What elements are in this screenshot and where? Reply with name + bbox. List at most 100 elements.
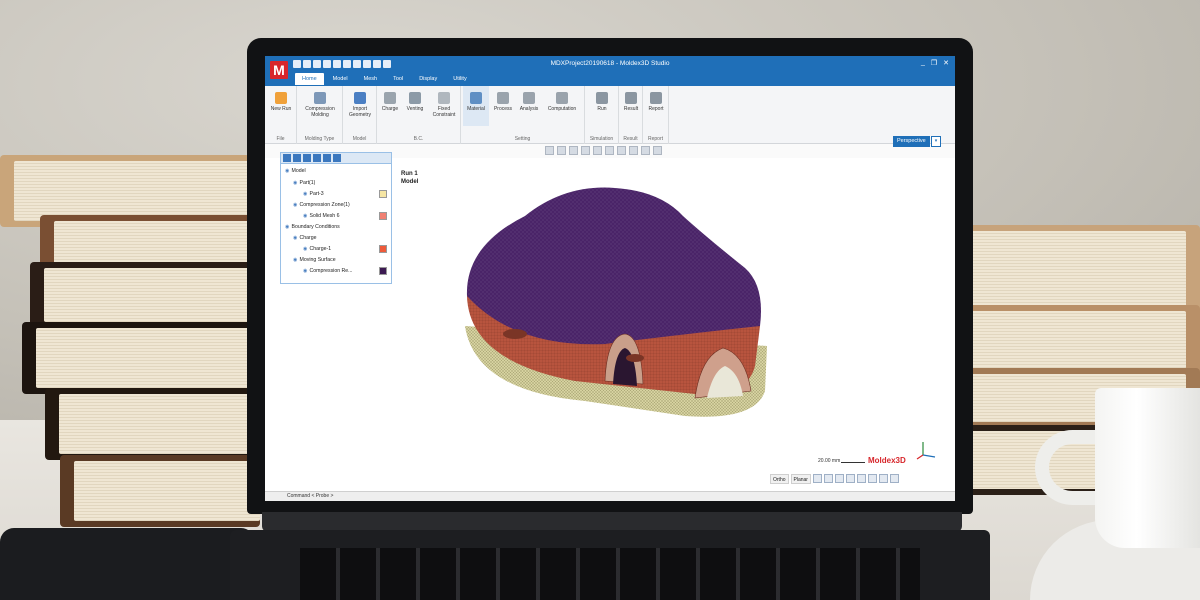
- axis-triad-icon: [916, 442, 936, 460]
- tree-item-charge[interactable]: ◉ Charge: [293, 233, 317, 243]
- tree-list-icon[interactable]: [293, 154, 301, 162]
- process-icon: [497, 92, 509, 104]
- tab-utility[interactable]: Utility: [446, 73, 473, 85]
- perspective-dropdown[interactable]: ▾: [931, 136, 941, 147]
- cube-view-icon[interactable]: [617, 146, 626, 155]
- target-icon[interactable]: [856, 474, 866, 483]
- perspective-button[interactable]: Perspective: [893, 136, 930, 147]
- line-icon[interactable]: [845, 474, 855, 483]
- tree-item-boundary-conditions[interactable]: ◉ Boundary Conditions: [285, 222, 340, 232]
- compression-molding-icon: [314, 92, 326, 104]
- edit-icon[interactable]: [867, 474, 877, 483]
- eye-icon[interactable]: ◉: [293, 180, 298, 186]
- snap-icon[interactable]: [812, 474, 822, 483]
- color-swatch[interactable]: [379, 212, 387, 220]
- window-controls: _ ❐ ✕: [921, 59, 949, 67]
- minimize-button[interactable]: _: [921, 59, 925, 67]
- tree-info-icon[interactable]: [313, 154, 321, 162]
- tree-attach-icon[interactable]: [323, 154, 331, 162]
- run-button[interactable]: Run: [589, 86, 615, 112]
- charge-button[interactable]: Charge: [379, 86, 401, 112]
- scale-bar: [841, 462, 865, 463]
- report-button[interactable]: Report: [643, 86, 669, 112]
- measure-icon[interactable]: [823, 474, 833, 483]
- result-icon: [625, 92, 637, 104]
- title-bar: M MDXProject20190618 - Moldex3D Studio _…: [265, 56, 955, 86]
- pick-icon[interactable]: [834, 474, 844, 483]
- analysis-button[interactable]: Analysis: [517, 86, 541, 112]
- eye-icon[interactable]: ◉: [303, 213, 308, 219]
- moldex3d-logo: Moldex3D: [868, 456, 906, 465]
- eye-icon[interactable]: ◉: [303, 246, 308, 252]
- tree-view-icon[interactable]: [283, 154, 291, 162]
- tab-mesh[interactable]: Mesh: [357, 73, 384, 85]
- point-icon[interactable]: [878, 474, 888, 483]
- tab-display[interactable]: Display: [412, 73, 444, 85]
- fixed-constraint-icon: [438, 92, 450, 104]
- tree-item-compression-region[interactable]: ◉ Compression Re...: [303, 266, 353, 276]
- window-title: MDXProject20190618 - Moldex3D Studio: [550, 60, 670, 67]
- ribbon: New Run File Compression Molding Molding…: [265, 86, 955, 144]
- charge-icon: [384, 92, 396, 104]
- fixed-constraint-button[interactable]: Fixed Constraint: [429, 86, 459, 118]
- tree-item-part-3[interactable]: ◉ Part-3: [303, 189, 324, 199]
- view-box-icon[interactable]: [593, 146, 602, 155]
- new-run-button[interactable]: New Run: [267, 86, 295, 112]
- eye-icon[interactable]: ◉: [303, 268, 308, 274]
- material-button[interactable]: Material: [463, 86, 489, 126]
- import-geometry-button[interactable]: Import Geometry: [345, 86, 375, 118]
- tab-home[interactable]: Home: [295, 73, 324, 85]
- tab-model[interactable]: Model: [326, 73, 355, 85]
- tab-tool[interactable]: Tool: [386, 73, 410, 85]
- new-run-icon: [275, 92, 287, 104]
- result-button[interactable]: Result: [619, 86, 643, 112]
- venting-button[interactable]: Venting: [403, 86, 427, 112]
- render-mode-icon[interactable]: [605, 146, 614, 155]
- section-icon[interactable]: [629, 146, 638, 155]
- eye-icon[interactable]: ◉: [293, 235, 298, 241]
- tree-item-compression-zone[interactable]: ◉ Compression Zone(1): [293, 200, 350, 210]
- visibility-icon[interactable]: [641, 146, 650, 155]
- ribbon-tabs: Home Model Mesh Tool Display Utility: [295, 73, 474, 85]
- result-group: Result Result: [619, 86, 643, 144]
- rotate-icon[interactable]: [569, 146, 578, 155]
- color-swatch[interactable]: [379, 245, 387, 253]
- tree-filter-icon[interactable]: [303, 154, 311, 162]
- tree-item-model[interactable]: ◉ Model: [285, 166, 306, 176]
- zoom-icon[interactable]: [581, 146, 590, 155]
- ortho-button[interactable]: Ortho: [770, 474, 789, 484]
- process-button[interactable]: Process: [491, 86, 515, 112]
- eye-icon[interactable]: ◉: [293, 202, 298, 208]
- pan-icon[interactable]: [557, 146, 566, 155]
- tree-toolbar: [281, 153, 391, 164]
- close-button[interactable]: ✕: [943, 59, 949, 67]
- laptop-hinge: [262, 512, 962, 532]
- computation-button[interactable]: Computation: [543, 86, 581, 112]
- compression-molding-button[interactable]: Compression Molding: [299, 86, 341, 118]
- analysis-icon: [523, 92, 535, 104]
- tree-item-part[interactable]: ◉ Part(1): [293, 178, 315, 188]
- eye-icon[interactable]: ◉: [303, 191, 308, 197]
- venting-icon: [409, 92, 421, 104]
- clear-icon[interactable]: [653, 146, 662, 155]
- tree-collapse-icon[interactable]: [333, 154, 341, 162]
- app-window: M MDXProject20190618 - Moldex3D Studio _…: [265, 56, 955, 501]
- coffee-mug: [1095, 388, 1200, 548]
- tree-item-charge-1[interactable]: ◉ Charge-1: [303, 244, 331, 254]
- eye-icon[interactable]: ◉: [285, 168, 290, 174]
- restore-button[interactable]: ❐: [931, 59, 937, 67]
- fit-view-icon[interactable]: [545, 146, 554, 155]
- grid-icon[interactable]: [889, 474, 899, 483]
- tree-item-moving-surface[interactable]: ◉ Moving Surface: [293, 255, 336, 265]
- computation-icon: [556, 92, 568, 104]
- eye-icon[interactable]: ◉: [285, 224, 290, 230]
- mold-3d-model[interactable]: [455, 176, 785, 426]
- tree-item-solid-mesh[interactable]: ◉ Solid Mesh 6: [303, 211, 340, 221]
- smartphone: [0, 528, 255, 600]
- color-swatch[interactable]: [379, 190, 387, 198]
- color-swatch[interactable]: [379, 267, 387, 275]
- model-group: Import Geometry Model: [343, 86, 377, 144]
- planar-button[interactable]: Planar: [790, 474, 811, 484]
- eye-icon[interactable]: ◉: [293, 257, 298, 263]
- report-icon: [650, 92, 662, 104]
